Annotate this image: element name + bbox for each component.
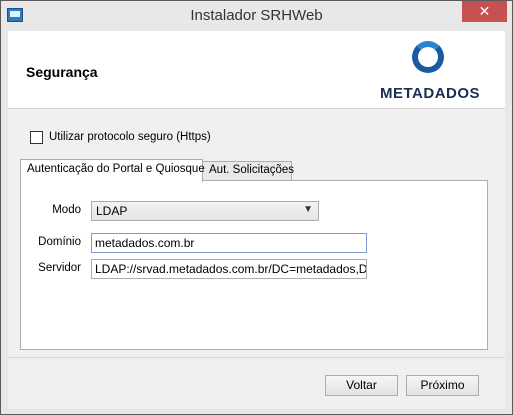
https-checkbox-label[interactable]: Utilizar protocolo seguro (Https) [49, 131, 211, 143]
domain-label: Domínio [38, 236, 81, 248]
wizard-header: Segurança METADADOS [8, 31, 505, 109]
title-bar[interactable]: Instalador SRHWeb ✕ [1, 1, 512, 31]
mode-label: Modo [52, 204, 81, 216]
tab-requests-auth[interactable]: Aut. Solicitações [202, 161, 294, 181]
next-button[interactable]: Próximo [406, 375, 479, 396]
page-title: Segurança [26, 64, 98, 80]
close-icon[interactable]: ✕ [462, 1, 507, 22]
server-input[interactable]: LDAP://srvad.metadados.com.br/DC=metadad… [91, 259, 367, 279]
domain-input[interactable]: metadados.com.br [91, 233, 367, 253]
chevron-down-icon: ▼ [303, 204, 313, 215]
wizard-content: Utilizar protocolo seguro (Https) Autent… [8, 109, 505, 357]
back-button[interactable]: Voltar [325, 375, 398, 396]
tab-panel: Modo LDAP ▼ Domínio metadados.com.br Ser… [20, 180, 488, 350]
window-title: Instalador SRHWeb [190, 7, 323, 24]
installer-window: Instalador SRHWeb ✕ Segurança METADADOS … [0, 0, 513, 415]
logo-text: METADADOS [380, 85, 481, 102]
tab-portal-auth[interactable]: Autenticação do Portal e Quiosque [20, 159, 205, 182]
metadados-logo-icon [412, 41, 444, 73]
wizard-footer: Voltar Próximo [8, 357, 505, 409]
https-checkbox[interactable] [30, 131, 43, 144]
server-label: Servidor [38, 262, 81, 274]
mode-select[interactable]: LDAP ▼ [91, 201, 319, 221]
mode-select-value: LDAP [96, 204, 128, 218]
